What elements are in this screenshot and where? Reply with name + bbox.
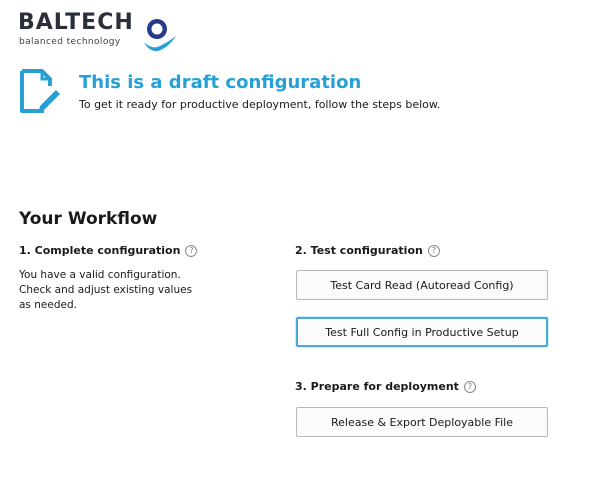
draft-subtitle: To get it ready for productive deploymen… — [79, 98, 441, 111]
description-line: as needed. — [19, 299, 77, 311]
logo-tagline: balanced technology — [19, 37, 121, 47]
help-icon[interactable]: ? — [185, 244, 198, 257]
logo-mark-icon — [144, 19, 176, 52]
workflow-title: Your Workflow — [19, 209, 158, 229]
step-test-configuration-heading: 2. Test configuration ? — [295, 244, 440, 257]
release-export-button[interactable]: Release & Export Deployable File — [296, 407, 548, 437]
logo-wordmark: BALTECH — [18, 10, 134, 35]
description-line: Check and adjust existing values — [19, 284, 193, 296]
test-card-read-button[interactable]: Test Card Read (Autoread Config) — [296, 270, 548, 300]
draft-title: This is a draft configuration — [79, 72, 362, 93]
edit-document-icon — [20, 69, 60, 113]
step-heading-label: 2. Test configuration — [295, 244, 423, 257]
step-complete-configuration-description: You have a valid configuration. Check an… — [19, 268, 219, 313]
help-icon[interactable]: ? — [463, 380, 476, 393]
test-full-config-button[interactable]: Test Full Config in Productive Setup — [296, 317, 548, 347]
step-heading-label: 3. Prepare for deployment — [295, 380, 459, 393]
description-line: You have a valid configuration. — [19, 269, 181, 281]
step-prepare-deployment-heading: 3. Prepare for deployment ? — [295, 380, 476, 393]
help-icon[interactable]: ? — [427, 244, 440, 257]
step-heading-label: 1. Complete configuration — [19, 244, 181, 257]
baltech-logo: BALTECH balanced technology — [18, 10, 178, 52]
step-complete-configuration-heading: 1. Complete configuration ? — [19, 244, 198, 257]
